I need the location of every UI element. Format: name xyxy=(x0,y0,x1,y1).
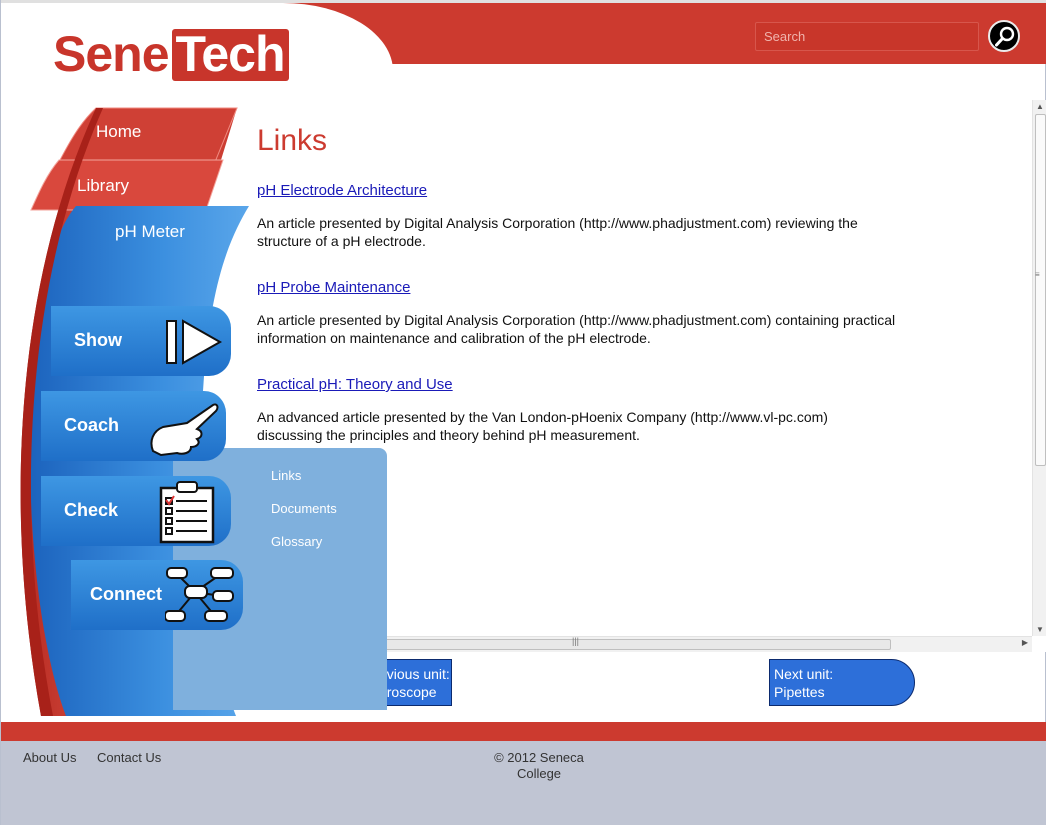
link-description: An article presented by Digital Analysis… xyxy=(257,215,858,249)
pointing-hand-icon xyxy=(150,403,219,457)
previous-unit-line1: Previous unit: xyxy=(383,666,450,682)
search-button[interactable] xyxy=(988,20,1020,52)
clipboard-checklist-icon xyxy=(159,481,215,544)
footer-contact-us-link[interactable]: Contact Us xyxy=(97,750,161,765)
link-description: An article presented by Digital Analysis… xyxy=(257,312,896,346)
connect-button[interactable]: Connect xyxy=(71,560,243,630)
link-ph-electrode-architecture[interactable]: pH Electrode Architecture xyxy=(257,182,897,199)
link-item: pH Probe Maintenance An article presente… xyxy=(257,279,897,347)
next-unit-button[interactable]: Next unit: Pipettes xyxy=(769,659,915,706)
link-description: An advanced article presented by the Van… xyxy=(257,409,828,443)
link-item: pH Electrode Architecture An article pre… xyxy=(257,182,897,250)
nav-ph-meter[interactable]: pH Meter xyxy=(115,222,185,242)
show-button[interactable]: Show xyxy=(51,306,231,376)
search-input[interactable] xyxy=(755,22,979,51)
grip-icon: ≡ xyxy=(1035,270,1040,279)
show-label: Show xyxy=(74,330,122,350)
previous-unit-button[interactable]: Previous unit: Microscope xyxy=(382,659,452,706)
connect-label: Connect xyxy=(90,584,162,604)
logo-text-tech: Tech xyxy=(171,29,289,81)
check-label: Check xyxy=(64,500,119,520)
link-ph-probe-maintenance[interactable]: pH Probe Maintenance xyxy=(257,279,897,296)
submenu-item-links[interactable]: Links xyxy=(271,468,301,483)
nav-home[interactable]: Home xyxy=(96,122,141,142)
check-button[interactable]: Check xyxy=(41,476,231,546)
footer: About Us Contact Us © 2012 Seneca Colleg… xyxy=(1,741,1046,825)
mind-map-icon xyxy=(165,567,234,622)
submenu-item-documents[interactable]: Documents xyxy=(271,501,337,516)
grip-icon: ||| xyxy=(572,636,580,646)
link-item: Practical pH: Theory and Use An advanced… xyxy=(257,376,897,444)
next-unit-line2: Pipettes xyxy=(774,684,825,700)
nav-library[interactable]: Library xyxy=(77,176,129,196)
page-title: Links xyxy=(257,124,328,157)
horizontal-scroll-thumb[interactable] xyxy=(377,639,891,650)
next-unit-line1: Next unit: xyxy=(774,666,834,682)
link-practical-ph[interactable]: Practical pH: Theory and Use xyxy=(257,376,897,393)
scroll-up-arrow-icon[interactable]: ▲ xyxy=(1036,102,1044,111)
vertical-scroll-thumb[interactable] xyxy=(1035,114,1046,466)
scroll-down-arrow-icon[interactable]: ▼ xyxy=(1036,625,1044,634)
play-icon xyxy=(166,319,223,365)
page: SeneTech Links pH Electrode Architecture… xyxy=(0,0,1046,825)
footer-red-bar xyxy=(1,722,1046,741)
coach-label: Coach xyxy=(64,415,120,435)
scroll-right-arrow-icon[interactable]: ▶ xyxy=(1022,638,1028,647)
search-icon xyxy=(995,26,1015,47)
previous-unit-line2: Microscope xyxy=(383,684,437,700)
vertical-scrollbar[interactable]: ▲ ≡ ▼ xyxy=(1032,100,1046,636)
submenu-item-glossary[interactable]: Glossary xyxy=(271,534,322,549)
logo-panel: Sene Tech xyxy=(1,3,393,81)
senetech-logo[interactable]: Sene Tech xyxy=(53,29,289,81)
logo-text-sene: Sene xyxy=(53,26,170,82)
coach-button[interactable]: Coach xyxy=(41,391,226,461)
copyright-text: © 2012 Seneca College xyxy=(494,750,584,781)
footer-about-us-link[interactable]: About Us xyxy=(23,750,76,765)
